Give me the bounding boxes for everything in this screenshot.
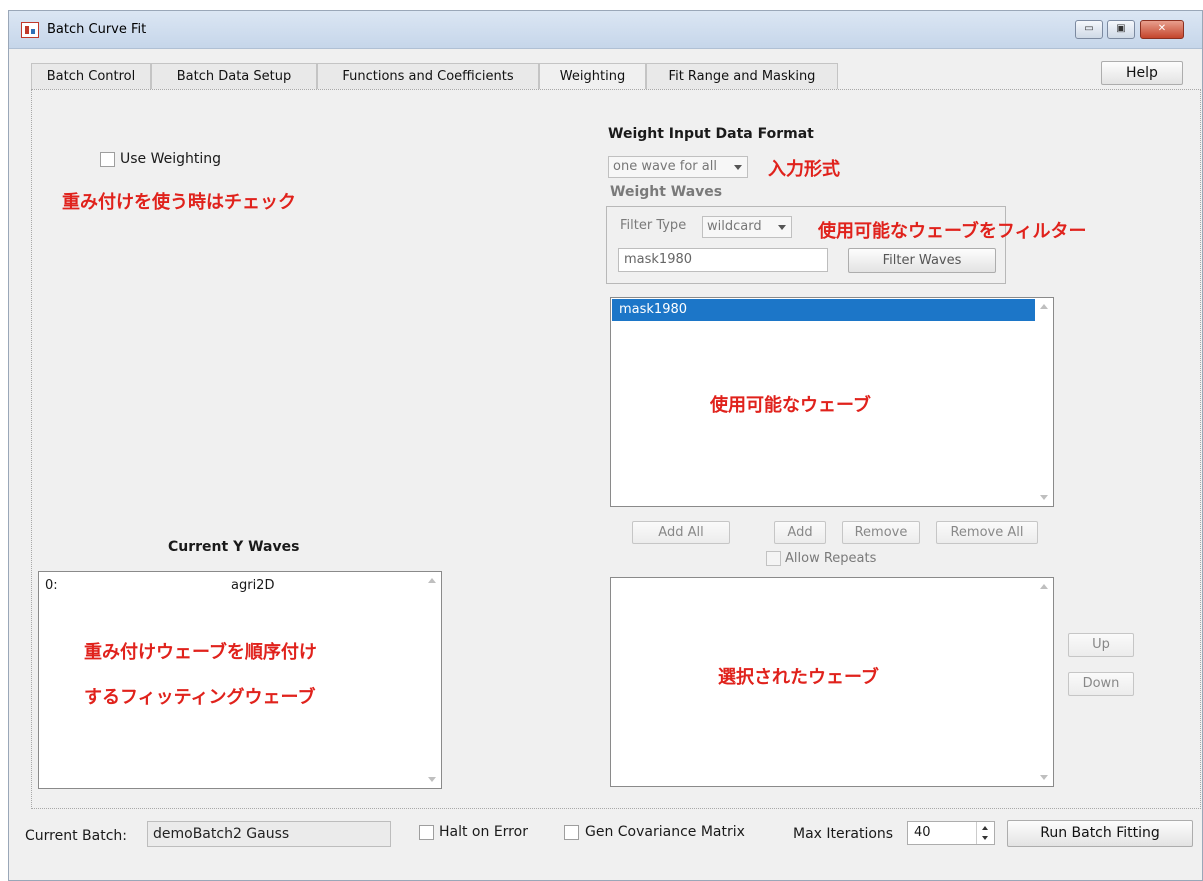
- allow-repeats-label: Allow Repeats: [785, 551, 877, 566]
- annotation-y-waves-line1: 重み付けウェーブを順序付け: [84, 642, 317, 663]
- annotation-filter: 使用可能なウェーブをフィルター: [818, 221, 1087, 242]
- tab-batch-data-setup[interactable]: Batch Data Setup: [151, 63, 317, 90]
- close-button[interactable]: ✕: [1140, 20, 1184, 39]
- current-y-waves-scrollbar[interactable]: [424, 572, 441, 788]
- gen-covariance-label: Gen Covariance Matrix: [585, 824, 745, 840]
- move-down-button[interactable]: Down: [1068, 672, 1134, 696]
- weighting-panel: Use Weighting 重み付けを使う時はチェック Weight Input…: [31, 89, 1201, 809]
- tab-weighting[interactable]: Weighting: [539, 63, 646, 91]
- scroll-up-icon[interactable]: [428, 578, 436, 583]
- annotation-available-waves: 使用可能なウェーブ: [710, 395, 871, 416]
- maximize-button[interactable]: ▣: [1107, 20, 1135, 39]
- tab-fit-range-and-masking[interactable]: Fit Range and Masking: [646, 63, 838, 90]
- annotation-use-weighting: 重み付けを使う時はチェック: [62, 192, 296, 213]
- title-bar[interactable]: Batch Curve Fit ▭ ▣ ✕: [9, 11, 1202, 49]
- chevron-down-icon: [734, 165, 742, 170]
- available-waves-scrollbar[interactable]: [1036, 298, 1053, 506]
- list-item[interactable]: mask1980: [612, 299, 1035, 321]
- spin-up-icon[interactable]: [982, 826, 988, 830]
- current-y-waves-list[interactable]: 0: agri2D: [38, 571, 442, 789]
- use-weighting-label: Use Weighting: [120, 151, 222, 167]
- filter-type-value: wildcard: [707, 219, 762, 234]
- current-y-waves-title: Current Y Waves: [168, 539, 300, 555]
- remove-button[interactable]: Remove: [842, 521, 920, 544]
- window-title: Batch Curve Fit: [47, 22, 147, 37]
- row-wave-name: agri2D: [231, 578, 275, 593]
- remove-all-button[interactable]: Remove All: [936, 521, 1038, 544]
- annotation-selected-waves: 選択されたウェーブ: [718, 667, 879, 688]
- scroll-up-icon[interactable]: [1040, 584, 1048, 589]
- selected-waves-scrollbar[interactable]: [1036, 578, 1053, 786]
- move-up-button[interactable]: Up: [1068, 633, 1134, 657]
- spin-down-icon[interactable]: [982, 836, 988, 840]
- help-button[interactable]: Help: [1101, 61, 1183, 85]
- run-batch-fitting-button[interactable]: Run Batch Fitting: [1007, 820, 1193, 847]
- input-format-value: one wave for all: [613, 159, 717, 174]
- weight-waves-title: Weight Waves: [610, 184, 723, 200]
- filter-waves-button[interactable]: Filter Waves: [848, 248, 996, 273]
- chevron-down-icon: [778, 225, 786, 230]
- max-iterations-label: Max Iterations: [793, 826, 894, 842]
- filter-type-dropdown[interactable]: wildcard: [702, 216, 792, 238]
- halt-on-error-label: Halt on Error: [439, 824, 528, 840]
- max-iterations-value: 40: [914, 825, 931, 840]
- allow-repeats-checkbox[interactable]: [766, 551, 781, 566]
- annotation-y-waves-line2: するフィッティングウェーブ: [84, 687, 316, 708]
- scroll-down-icon[interactable]: [428, 777, 436, 782]
- input-format-dropdown[interactable]: one wave for all: [608, 156, 748, 178]
- app-icon: [21, 22, 39, 38]
- spinner-buttons[interactable]: [976, 822, 994, 844]
- row-index: 0:: [45, 578, 58, 593]
- halt-on-error-checkbox[interactable]: [419, 825, 434, 840]
- annotation-input-format: 入力形式: [768, 159, 840, 180]
- current-batch-label: Current Batch:: [25, 828, 127, 844]
- weight-input-format-title: Weight Input Data Format: [608, 126, 814, 142]
- current-batch-field: demoBatch2 Gauss: [147, 821, 391, 847]
- filter-type-label: Filter Type: [620, 218, 687, 233]
- filter-text-field[interactable]: mask1980: [618, 248, 828, 272]
- minimize-button[interactable]: ▭: [1075, 20, 1103, 39]
- batch-curve-fit-window: Batch Curve Fit ▭ ▣ ✕ Batch Control Batc…: [8, 10, 1203, 881]
- gen-covariance-checkbox[interactable]: [564, 825, 579, 840]
- add-button[interactable]: Add: [774, 521, 826, 544]
- use-weighting-checkbox[interactable]: [100, 152, 115, 167]
- tab-batch-control[interactable]: Batch Control: [31, 63, 151, 90]
- tab-functions-and-coefficients[interactable]: Functions and Coefficients: [317, 63, 539, 90]
- scroll-up-icon[interactable]: [1040, 304, 1048, 309]
- scroll-down-icon[interactable]: [1040, 495, 1048, 500]
- add-all-button[interactable]: Add All: [632, 521, 730, 544]
- max-iterations-spinner[interactable]: 40: [907, 821, 995, 845]
- table-row[interactable]: 0: agri2D: [45, 578, 415, 596]
- scroll-down-icon[interactable]: [1040, 775, 1048, 780]
